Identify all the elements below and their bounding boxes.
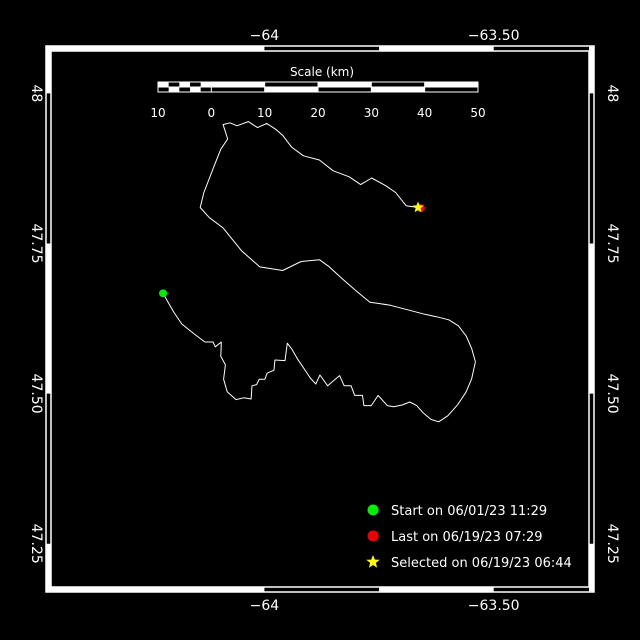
- scale-bar-label: 30: [364, 106, 379, 120]
- lat-tick-label: 47.75: [604, 223, 620, 263]
- lat-tick-label: 48: [604, 84, 620, 102]
- scale-bar-segment: [158, 82, 169, 87]
- scale-bar-label: 10: [257, 106, 272, 120]
- scale-bar-title: Scale (km): [290, 65, 354, 79]
- start-marker: [159, 289, 168, 298]
- legend-start-icon: [367, 504, 379, 516]
- legend-start-label: Start on 06/01/23 11:29: [391, 504, 547, 519]
- scale-bar-label: 40: [417, 106, 432, 120]
- lat-tick-label: 47.50: [604, 374, 620, 414]
- lat-tick-label: 47.75: [28, 223, 44, 263]
- scale-bar-segment: [318, 82, 372, 87]
- scale-bar-label: 20: [310, 106, 325, 120]
- scale-bar-segment: [371, 87, 425, 92]
- lon-tick-label: −64: [250, 598, 280, 614]
- scale-bar-label: 10: [150, 106, 165, 120]
- scale-bar-segment: [200, 82, 212, 87]
- scale-bar-label: 0: [208, 106, 216, 120]
- lat-tick-label: 48: [28, 84, 44, 102]
- scale-bar-label: 50: [470, 106, 485, 120]
- legend: Start on 06/01/23 11:29 Last on 06/19/23 …: [366, 504, 572, 571]
- lon-tick-label: −63.50: [468, 598, 520, 614]
- lat-tick-label: 47.50: [28, 374, 44, 414]
- scale-bar-segment: [179, 82, 190, 87]
- scale-bar-segment: [211, 82, 265, 87]
- scale-bar-segment: [264, 87, 318, 92]
- scale-bar-segment: [424, 82, 478, 87]
- drift-track-map: −64 −64 −63.50 −63.50 48 48 47.75 47.75 47.50 47.…: [0, 0, 640, 640]
- legend-last-label: Last on 06/19/23 07:29: [391, 530, 543, 545]
- lat-tick-label: 47.25: [28, 524, 44, 564]
- lon-tick-label: −63.50: [468, 28, 520, 44]
- scale-bar-segment: [168, 87, 180, 92]
- lon-tick-label: −64: [250, 28, 280, 44]
- legend-selected-label: Selected on 06/19/23 06:44: [391, 556, 572, 571]
- scale-bar-segment: [190, 87, 201, 92]
- legend-last-icon: [367, 530, 379, 542]
- lat-tick-label: 47.25: [604, 524, 620, 564]
